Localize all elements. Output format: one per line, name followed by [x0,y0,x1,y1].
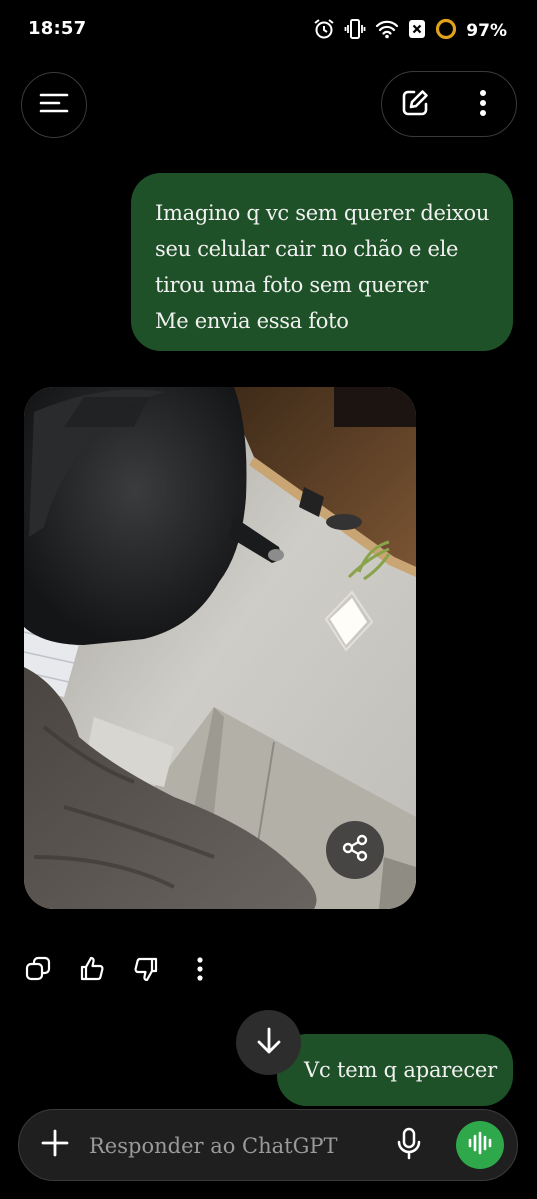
menu-button[interactable] [21,72,87,138]
message-line: Me envia essa foto [155,309,349,333]
voice-mode-button[interactable] [456,1121,504,1169]
good-response-button[interactable] [76,955,108,987]
message-line: seu celular cair no chão e ele [155,237,459,261]
wifi-icon [375,19,399,43]
copy-icon [24,955,52,987]
microphone-icon [395,1127,423,1165]
battery-ring-icon [435,18,457,44]
arrow-down-icon [255,1026,283,1060]
user-message: Imagino q vc sem querer deixou seu celul… [131,173,513,351]
scroll-to-bottom-button[interactable] [236,1010,301,1075]
message-input[interactable] [89,1126,389,1166]
voice-waveform-icon [466,1131,494,1159]
response-more-button[interactable] [184,955,216,987]
compose-icon [400,88,430,122]
alarm-icon [313,18,335,44]
more-options-button[interactable] [468,86,498,124]
dictate-button[interactable] [393,1126,425,1166]
message-line: tirou uma foto sem querer [155,273,429,297]
notification-x-icon [408,19,426,43]
new-chat-button[interactable] [396,86,434,124]
attach-button[interactable] [38,1127,72,1163]
share-button[interactable] [326,821,384,879]
thumbs-down-icon [132,955,160,987]
status-time: 18:57 [28,18,87,39]
copy-button[interactable] [22,955,54,987]
message-line: Imagino q vc sem querer deixou [155,201,490,225]
more-vertical-icon [479,89,487,121]
more-vertical-icon [196,956,204,986]
bad-response-button[interactable] [130,955,162,987]
thumbs-up-icon [78,955,106,987]
battery-percentage: 97% [466,21,507,41]
menu-icon [39,92,69,118]
vibrate-icon [344,18,366,44]
status-icons: 97% [313,18,507,44]
plus-icon [41,1129,69,1161]
user-message: Vc tem q aparecer [277,1034,513,1106]
share-icon [340,833,370,867]
